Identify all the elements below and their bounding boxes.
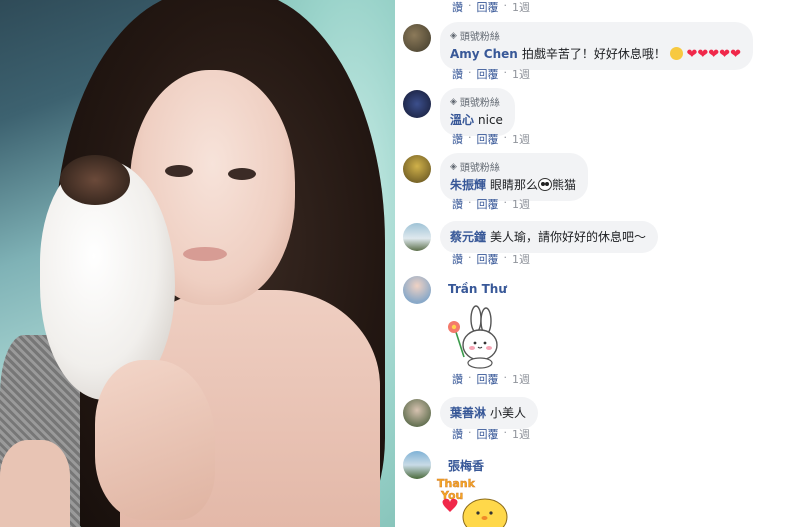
- panda-emoji-icon: [538, 178, 553, 191]
- like-link[interactable]: 讚: [452, 371, 463, 387]
- left-eye: [165, 165, 193, 177]
- thank-you-chick-sticker-icon[interactable]: Thank You: [435, 475, 510, 527]
- commenter-name[interactable]: 溫心: [450, 113, 474, 127]
- dot-separator: ·: [468, 0, 472, 12]
- avatar[interactable]: [403, 451, 431, 479]
- wink-emoji-icon: [669, 47, 683, 60]
- like-link[interactable]: 讚: [452, 426, 463, 442]
- comment-text: 拍戲辛苦了！好好休息哦！: [521, 47, 666, 61]
- diamond-icon: ◈: [450, 96, 457, 107]
- comment-bubble: ◈ 頭號粉絲 朱振輝 眼睛那么 熊猫: [440, 153, 589, 201]
- commenter-name[interactable]: Amy Chen: [450, 47, 518, 61]
- comment-text-after: 熊猫: [552, 178, 577, 192]
- timestamp[interactable]: 1週: [512, 196, 530, 212]
- comment-actions: 讚 · 回覆 · 1週: [452, 0, 530, 15]
- avatar[interactable]: [403, 276, 431, 304]
- dot-separator: ·: [503, 251, 508, 264]
- avatar[interactable]: [403, 24, 431, 52]
- dot-separator: ·: [468, 131, 472, 144]
- comment-bubble: 蔡元鐘 美人瑜，請你好好的休息吧～: [440, 221, 659, 253]
- reply-link[interactable]: 回覆: [477, 131, 499, 147]
- dot-separator: ·: [468, 371, 472, 384]
- dot-separator: ·: [503, 131, 508, 144]
- right-eye: [228, 168, 256, 180]
- like-link[interactable]: 讚: [452, 0, 463, 15]
- comment-actions: 讚 · 回覆 · 1週: [452, 371, 530, 387]
- avatar[interactable]: [403, 399, 431, 427]
- dot-separator: ·: [468, 251, 472, 264]
- timestamp[interactable]: 1週: [512, 251, 530, 267]
- post-photo[interactable]: [0, 0, 395, 527]
- reply-link[interactable]: 回覆: [477, 66, 499, 82]
- top-fan-badge: ◈ 頭號粉絲: [450, 96, 500, 110]
- dot-separator: ·: [503, 0, 508, 12]
- reply-link[interactable]: 回覆: [477, 196, 499, 212]
- diamond-icon: ◈: [450, 30, 457, 41]
- like-link[interactable]: 讚: [452, 196, 463, 212]
- dot-separator: ·: [468, 66, 472, 79]
- commenter-name[interactable]: 蔡元鐘: [450, 230, 486, 244]
- dot-separator: ·: [503, 196, 508, 209]
- dot-separator: ·: [503, 66, 508, 79]
- comment-actions: 讚 · 回覆 · 1週: [452, 66, 530, 82]
- reply-link[interactable]: 回覆: [477, 371, 499, 387]
- timestamp[interactable]: 1週: [512, 0, 530, 15]
- comment-bubble: ◈ 頭號粉絲 溫心 nice: [440, 88, 515, 136]
- comment-bubble: ◈ 頭號粉絲 Amy Chen 拍戲辛苦了！好好休息哦！ ❤❤❤❤❤: [440, 22, 753, 70]
- avatar[interactable]: [403, 90, 431, 118]
- comment-text: 小美人: [490, 406, 527, 420]
- top-fan-badge: ◈ 頭號粉絲: [450, 30, 500, 44]
- avatar[interactable]: [403, 223, 431, 251]
- comment-actions: 讚 · 回覆 · 1週: [452, 426, 530, 442]
- reply-link[interactable]: 回覆: [477, 0, 499, 15]
- comments-panel: 讚 · 回覆 · 1週 ◈ 頭號粉絲 Amy Chen 拍戲辛苦了！好好休息哦！ …: [395, 0, 790, 527]
- avatar[interactable]: [403, 155, 431, 183]
- like-link[interactable]: 讚: [452, 131, 463, 147]
- commenter-name[interactable]: 葉善淋: [450, 406, 486, 420]
- reply-link[interactable]: 回覆: [477, 426, 499, 442]
- dot-separator: ·: [503, 371, 508, 384]
- commenter-name[interactable]: Trần Thư: [448, 282, 507, 296]
- hearts-emoji-icon: ❤❤❤❤❤: [686, 47, 741, 62]
- diamond-icon: ◈: [450, 161, 457, 172]
- like-link[interactable]: 讚: [452, 66, 463, 82]
- reply-link[interactable]: 回覆: [477, 251, 499, 267]
- bunny-flower-sticker-icon[interactable]: [440, 305, 500, 370]
- commenter-name[interactable]: 朱振輝: [450, 178, 486, 192]
- like-link[interactable]: 讚: [452, 251, 463, 267]
- top-fan-badge: ◈ 頭號粉絲: [450, 161, 500, 175]
- cat-spot: [60, 155, 130, 205]
- comment-actions: 讚 · 回覆 · 1週: [452, 196, 530, 212]
- commenter-name[interactable]: 張梅香: [448, 459, 484, 473]
- commenter-name-row: 張梅香: [448, 457, 484, 474]
- commenter-name-row: Trần Thư: [448, 282, 507, 296]
- timestamp[interactable]: 1週: [512, 426, 530, 442]
- dot-separator: ·: [468, 426, 472, 439]
- hand: [95, 360, 215, 520]
- dot-separator: ·: [468, 196, 472, 209]
- timestamp[interactable]: 1週: [512, 66, 530, 82]
- timestamp[interactable]: 1週: [512, 371, 530, 387]
- timestamp[interactable]: 1週: [512, 131, 530, 147]
- comment-text: 眼睛那么: [490, 178, 539, 192]
- comment-bubble: 葉善淋 小美人: [440, 397, 539, 429]
- comment-actions: 讚 · 回覆 · 1週: [452, 251, 530, 267]
- arm: [0, 440, 70, 527]
- dot-separator: ·: [503, 426, 508, 439]
- comment-text: 美人瑜，請你好好的休息吧～: [490, 230, 647, 244]
- comment-text: nice: [478, 113, 503, 127]
- lips: [183, 247, 227, 261]
- comment-actions: 讚 · 回覆 · 1週: [452, 131, 530, 147]
